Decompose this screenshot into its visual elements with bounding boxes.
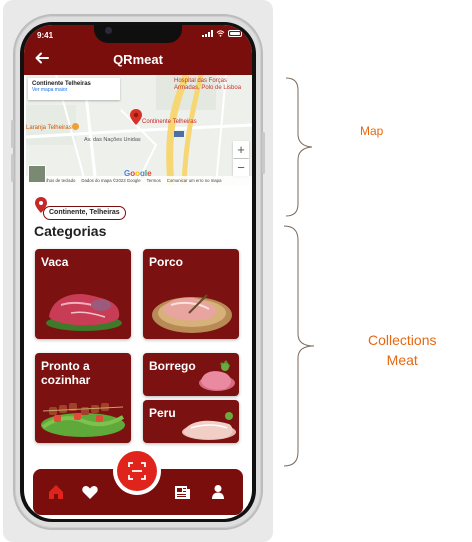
camera bbox=[105, 27, 112, 34]
map-satellite-thumbnail[interactable] bbox=[28, 165, 46, 183]
page-title: QRmeat bbox=[113, 52, 163, 67]
volume-button bbox=[11, 154, 14, 182]
location-pin-icon bbox=[35, 197, 47, 213]
app-header: 9:41 QRmeat bbox=[24, 25, 252, 75]
category-card-peru[interactable]: Peru bbox=[143, 400, 239, 443]
category-label: Pronto a cozinhar bbox=[41, 359, 91, 387]
home-icon[interactable] bbox=[47, 483, 65, 501]
map-poi-left: Laranja Telheiras bbox=[26, 125, 72, 131]
collections-brace bbox=[283, 225, 315, 467]
beef-image bbox=[46, 293, 122, 331]
map-poi-hospital: Hospital das Forças Armadas, Polo de Lis… bbox=[174, 78, 242, 91]
zoom-in-button[interactable]: + bbox=[233, 141, 249, 158]
poi-marker-icon bbox=[72, 123, 79, 130]
map-street-label: Av. das Nações Unidas bbox=[84, 137, 141, 143]
pork-image bbox=[152, 294, 232, 333]
map-pin-icon[interactable] bbox=[130, 109, 142, 125]
category-card-porco[interactable]: Porco bbox=[143, 249, 239, 339]
category-label: Vaca bbox=[41, 255, 69, 269]
map-footer-data: Dados do mapa ©2023 Google bbox=[81, 178, 141, 183]
qr-scan-icon bbox=[128, 462, 146, 480]
scan-button-inner bbox=[117, 451, 157, 491]
map-footer-report[interactable]: Comunicar um erro no mapa bbox=[167, 178, 222, 183]
map-pin-label: Continente Telheiras bbox=[142, 119, 197, 125]
volume-button bbox=[11, 120, 14, 148]
user-icon[interactable] bbox=[209, 483, 227, 501]
status-time: 9:41 bbox=[37, 31, 54, 40]
map-info-card: Continente Telheiras Ver mapa maior bbox=[28, 78, 120, 100]
category-label: Borrego bbox=[149, 359, 196, 373]
app-screen: 9:41 QRmeat Continente Telheiras Ver map… bbox=[24, 25, 252, 519]
zoom-out-button[interactable]: − bbox=[233, 159, 249, 176]
signal-icon bbox=[202, 30, 213, 37]
canvas: 9:41 QRmeat Continente Telheiras Ver map… bbox=[0, 0, 472, 542]
category-card-borrego[interactable]: Borrego bbox=[143, 353, 239, 396]
scan-button[interactable] bbox=[113, 447, 161, 495]
status-icons bbox=[202, 30, 242, 37]
annotation-map: Map bbox=[360, 124, 384, 138]
power-button bbox=[262, 132, 265, 174]
map-footer-terms[interactable]: Termos bbox=[147, 178, 161, 183]
heart-icon[interactable] bbox=[81, 483, 99, 501]
turkey-image bbox=[182, 412, 236, 440]
notch bbox=[94, 25, 182, 43]
location-chip[interactable]: Continente, Telheiras bbox=[43, 206, 126, 220]
map-larger-link[interactable]: Ver mapa maior bbox=[32, 87, 116, 93]
news-icon[interactable] bbox=[173, 483, 191, 501]
battery-icon bbox=[228, 30, 242, 37]
categories-title: Categorias bbox=[34, 223, 107, 239]
map-footer: Atalhos de teclado Dados do mapa ©2023 G… bbox=[26, 176, 252, 185]
category-label: Porco bbox=[149, 255, 184, 269]
annotation-collections: Collections Meat bbox=[368, 332, 437, 368]
wifi-icon bbox=[216, 30, 225, 37]
map-view[interactable]: Continente Telheiras Ver mapa maior Hosp… bbox=[26, 75, 252, 185]
phone-screen: 9:41 QRmeat Continente Telheiras Ver map… bbox=[20, 22, 256, 522]
category-card-vaca[interactable]: Vaca bbox=[35, 249, 131, 339]
skewers-image bbox=[41, 403, 125, 437]
lamb-image bbox=[199, 360, 235, 391]
category-label: Peru bbox=[149, 406, 176, 420]
map-brace bbox=[285, 77, 313, 217]
category-card-pronto-a-cozinhar[interactable]: Pronto a cozinhar bbox=[35, 353, 131, 443]
